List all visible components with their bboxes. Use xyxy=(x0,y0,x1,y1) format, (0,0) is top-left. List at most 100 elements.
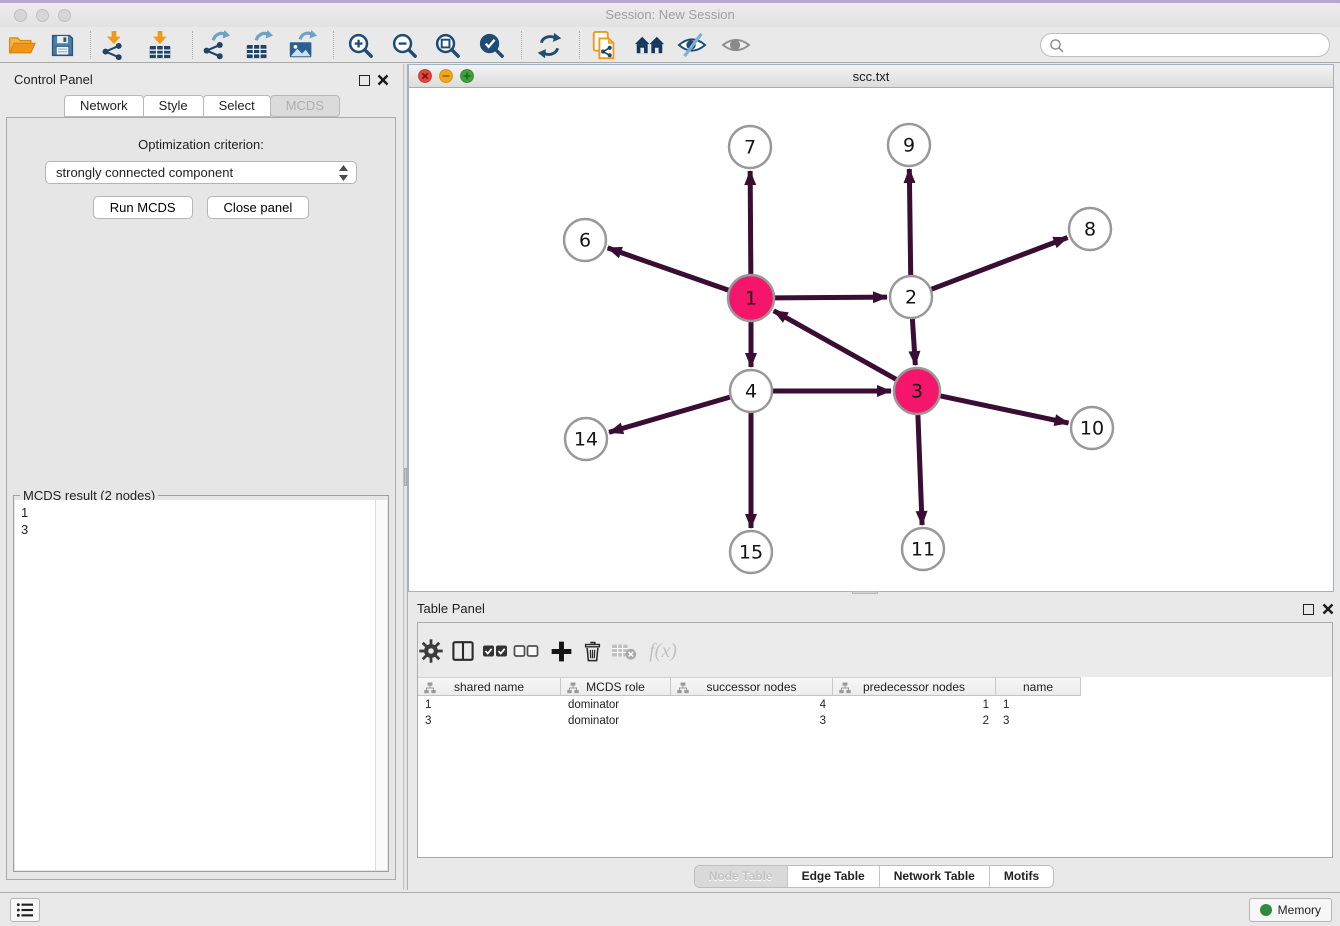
table-row[interactable]: 1 dominator 4 1 1 xyxy=(418,697,1332,713)
flow-sort-icon xyxy=(424,682,436,694)
application-window: Session: New Session xyxy=(0,0,1340,926)
tab-style[interactable]: Style xyxy=(143,95,204,117)
run-mcds-button[interactable]: Run MCDS xyxy=(93,196,193,219)
tab-edge-table[interactable]: Edge Table xyxy=(788,866,880,887)
edge-4-14[interactable] xyxy=(609,397,730,432)
table-panel: Table Panel xyxy=(408,596,1340,890)
column-header-shared-name[interactable]: shared name xyxy=(418,678,561,695)
column-header-predecessor-nodes[interactable]: predecessor nodes xyxy=(833,678,996,695)
hide-graphics-details-icon[interactable] xyxy=(675,30,709,60)
toolbar-separator xyxy=(333,31,334,59)
table-header-row: shared name MCDS role xyxy=(418,677,1081,696)
network-titlebar[interactable]: scc.txt xyxy=(409,65,1333,88)
zoom-in-icon[interactable] xyxy=(343,30,377,60)
memory-label: Memory xyxy=(1278,903,1321,917)
control-panel: Control Panel Network Style Select MCDS … xyxy=(0,64,403,890)
task-history-button[interactable] xyxy=(10,898,40,922)
node-label-10: 10 xyxy=(1080,418,1104,440)
tab-select[interactable]: Select xyxy=(203,95,271,117)
table-row[interactable]: 3 dominator 3 2 3 xyxy=(418,713,1332,729)
mcds-result-list[interactable]: 1 3 xyxy=(15,500,375,870)
edge-2-8[interactable] xyxy=(932,238,1068,290)
export-image-icon[interactable] xyxy=(285,30,319,60)
tab-motifs[interactable]: Motifs xyxy=(990,866,1053,887)
deselect-all-icon[interactable] xyxy=(511,636,541,666)
app-title: Session: New Session xyxy=(0,7,1340,22)
close-panel-icon[interactable] xyxy=(377,74,389,86)
edge-2-9[interactable] xyxy=(909,169,910,275)
mcds-result-item[interactable]: 1 xyxy=(21,504,375,521)
close-table-panel-icon[interactable] xyxy=(1322,603,1334,615)
task-list-icon xyxy=(16,902,34,918)
close-panel-button[interactable]: Close panel xyxy=(207,196,310,219)
node-label-14: 14 xyxy=(574,429,598,451)
app-titlebar[interactable]: Session: New Session xyxy=(0,3,1340,27)
export-network-icon[interactable] xyxy=(199,30,233,60)
column-header-mcds-role[interactable]: MCDS role xyxy=(561,678,671,695)
edge-3-10[interactable] xyxy=(940,396,1068,423)
float-table-panel-icon[interactable] xyxy=(1303,604,1314,615)
tab-mcds[interactable]: MCDS xyxy=(270,95,340,117)
tab-network-table[interactable]: Network Table xyxy=(880,866,990,887)
criterion-select[interactable]: strongly connected component xyxy=(45,161,357,184)
node-label-15: 15 xyxy=(739,542,763,564)
table-panel-title: Table Panel xyxy=(417,601,485,616)
node-label-7: 7 xyxy=(744,137,756,159)
edge-1-6[interactable] xyxy=(608,248,729,290)
zoom-out-icon[interactable] xyxy=(387,30,421,60)
clone-network-icon[interactable] xyxy=(588,30,622,60)
result-scrollbar[interactable] xyxy=(375,500,387,870)
tab-network[interactable]: Network xyxy=(64,95,144,117)
network-window: scc.txt 1234678910111415 xyxy=(408,64,1334,592)
edge-3-11[interactable] xyxy=(918,415,922,525)
network-title: scc.txt xyxy=(409,69,1333,84)
node-label-1: 1 xyxy=(745,288,757,310)
float-panel-icon[interactable] xyxy=(359,75,370,86)
mcds-panel: Optimization criterion: strongly connect… xyxy=(6,117,396,880)
save-session-icon[interactable] xyxy=(45,30,79,60)
memory-button[interactable]: Memory xyxy=(1249,898,1332,922)
open-session-icon[interactable] xyxy=(5,30,39,60)
node-label-3: 3 xyxy=(911,381,923,403)
show-columns-icon[interactable] xyxy=(448,636,478,666)
network-canvas[interactable]: 1234678910111415 xyxy=(409,89,1333,591)
search-icon xyxy=(1049,38,1065,54)
flow-sort-icon xyxy=(567,682,579,694)
node-label-6: 6 xyxy=(579,230,591,252)
toolbar-separator xyxy=(579,31,580,59)
edge-1-7[interactable] xyxy=(750,171,751,274)
column-header-successor-nodes[interactable]: successor nodes xyxy=(671,678,833,695)
status-bar: Memory xyxy=(0,892,1340,926)
zoom-selected-icon[interactable] xyxy=(474,30,508,60)
node-label-8: 8 xyxy=(1084,219,1096,241)
node-table-box: f(x) shared name xyxy=(417,622,1333,858)
select-all-icon[interactable] xyxy=(480,636,510,666)
zoom-fit-icon[interactable] xyxy=(430,30,464,60)
column-header-name[interactable]: name xyxy=(996,678,1081,695)
delete-table-icon-disabled xyxy=(609,636,639,666)
import-network-icon[interactable] xyxy=(97,30,131,60)
horizontal-splitter-grip[interactable] xyxy=(852,591,878,594)
tab-node-table[interactable]: Node Table xyxy=(695,866,788,887)
edge-1-2[interactable] xyxy=(775,297,887,298)
node-label-11: 11 xyxy=(911,539,935,561)
show-graphics-details-icon[interactable] xyxy=(719,30,753,60)
refresh-layout-icon[interactable] xyxy=(532,30,566,60)
export-table-icon[interactable] xyxy=(242,30,276,60)
edge-3-1[interactable] xyxy=(774,311,896,380)
node-label-4: 4 xyxy=(745,381,757,403)
select-stepper-icon xyxy=(339,165,348,181)
edge-2-3[interactable] xyxy=(912,319,915,365)
main-toolbar xyxy=(0,27,1340,63)
delete-column-trash-icon[interactable] xyxy=(577,636,607,666)
home-layout-icon[interactable] xyxy=(632,30,666,60)
add-column-icon[interactable] xyxy=(546,636,576,666)
search-input[interactable] xyxy=(1069,35,1319,55)
import-table-icon[interactable] xyxy=(143,30,177,60)
table-settings-gear-icon[interactable] xyxy=(416,636,446,666)
table-rows: 1 dominator 4 1 1 3 dominator 3 2 3 xyxy=(418,697,1332,729)
splitter-grip[interactable] xyxy=(404,468,407,486)
flow-sort-icon xyxy=(677,682,689,694)
node-label-2: 2 xyxy=(905,287,917,309)
mcds-result-item[interactable]: 3 xyxy=(21,521,375,538)
